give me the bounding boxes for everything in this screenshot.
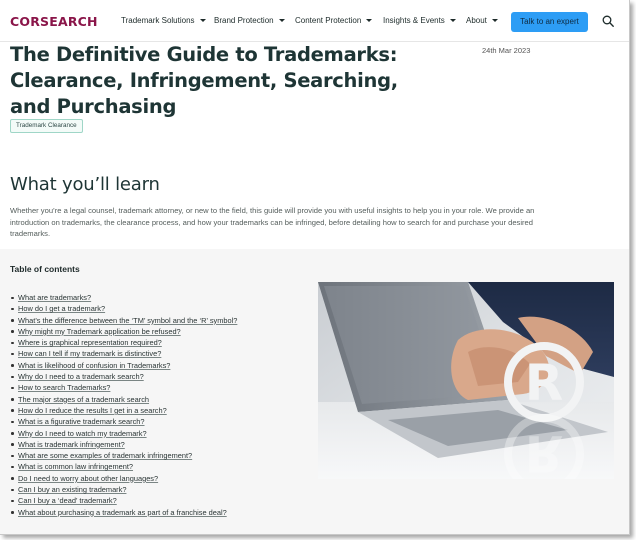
toc-heading: Table of contents	[10, 264, 80, 274]
page-title: The Definitive Guide to Trademarks: Clea…	[10, 43, 398, 118]
toc-link[interactable]: What is likelihood of confusion in Trade…	[18, 361, 170, 370]
toc-link[interactable]: Why do I need to a trademark search?	[18, 372, 144, 381]
list-item: How do I get a trademark?	[10, 303, 300, 314]
nav-content-protection[interactable]: Content Protection	[295, 16, 373, 25]
toc-link[interactable]: How do I get a trademark?	[18, 304, 105, 313]
laptop-trademark-photo: R R	[318, 282, 614, 479]
list-item: How to search Trademarks?	[10, 382, 300, 393]
list-item: What is common law infringement?	[10, 461, 300, 472]
list-item: What are trademarks?	[10, 292, 300, 303]
toc-link[interactable]: How do I reduce the results I get in a s…	[18, 406, 167, 415]
list-item: Can I buy an existing trademark?	[10, 484, 300, 495]
toc-link[interactable]: Where is graphical representation requir…	[18, 338, 162, 347]
search-icon[interactable]	[602, 15, 614, 27]
talk-to-expert-button[interactable]: Talk to an expert	[511, 12, 588, 32]
svg-text:R: R	[525, 424, 564, 479]
list-item: The major stages of a trademark search	[10, 394, 300, 405]
list-item: Where is graphical representation requir…	[10, 337, 300, 348]
list-item: What is trademark infringement?	[10, 439, 300, 450]
page-frame: CORSEARCH Trademark Solutions Brand Prot…	[0, 0, 630, 535]
list-item: What about purchasing a trademark as par…	[10, 507, 300, 518]
list-item: How do I reduce the results I get in a s…	[10, 405, 300, 416]
chevron-down-icon	[278, 19, 285, 22]
list-item: What are some examples of trademark infr…	[10, 450, 300, 461]
toc-link[interactable]: What’s the difference between the ‘TM’ s…	[18, 316, 237, 325]
list-item: What is likelihood of confusion in Trade…	[10, 360, 300, 371]
nav-brand-protection[interactable]: Brand Protection	[214, 16, 285, 25]
toc-link[interactable]: What is a figurative trademark search?	[18, 417, 145, 426]
toc-link[interactable]: What are trademarks?	[18, 293, 91, 302]
list-item: Can I buy a ‘dead’ trademark?	[10, 495, 300, 506]
toc-link[interactable]: How to search Trademarks?	[18, 383, 110, 392]
nav-item-label: Insights & Events	[383, 16, 445, 25]
list-item: Do I need to worry about other languages…	[10, 473, 300, 484]
publish-date: 24th Mar 2023	[482, 46, 531, 55]
chevron-down-icon	[366, 19, 373, 22]
toc-link[interactable]: What are some examples of trademark infr…	[18, 451, 192, 460]
list-item: What’s the difference between the ‘TM’ s…	[10, 315, 300, 326]
toc-list: What are trademarks? How do I get a trad…	[10, 292, 300, 518]
list-item: How can I tell if my trademark is distin…	[10, 348, 300, 359]
toc-link[interactable]: Do I need to worry about other languages…	[18, 474, 158, 483]
toc-link[interactable]: Can I buy an existing trademark?	[18, 485, 126, 494]
toc-link[interactable]: What is common law infringement?	[18, 462, 133, 471]
list-item: What is a figurative trademark search?	[10, 416, 300, 427]
nav-insights-events[interactable]: Insights & Events	[383, 16, 456, 25]
corsearch-logo[interactable]: CORSEARCH	[10, 14, 98, 29]
learn-heading: What you’ll learn	[10, 174, 160, 195]
toc-link[interactable]: The major stages of a trademark search	[18, 395, 149, 404]
nav-item-label: Trademark Solutions	[121, 16, 195, 25]
nav-item-label: Content Protection	[295, 16, 362, 25]
list-item: Why might my Trademark application be re…	[10, 326, 300, 337]
toc-link[interactable]: Why do I need to watch my trademark?	[18, 429, 147, 438]
toc-link[interactable]: What is trademark infringement?	[18, 440, 125, 449]
nav-trademark-solutions[interactable]: Trademark Solutions	[121, 16, 206, 25]
toc-link[interactable]: What about purchasing a trademark as par…	[18, 508, 227, 517]
intro-paragraph: Whether you’re a legal counsel, trademar…	[10, 206, 535, 238]
toc-link[interactable]: Can I buy a ‘dead’ trademark?	[18, 496, 117, 505]
nav-about[interactable]: About	[466, 16, 498, 25]
category-tag[interactable]: Trademark Clearance	[10, 119, 83, 133]
list-item: Why do I need to watch my trademark?	[10, 428, 300, 439]
toc-link[interactable]: Why might my Trademark application be re…	[18, 327, 181, 336]
chevron-down-icon	[491, 19, 498, 22]
nav-item-label: About	[466, 16, 487, 25]
svg-text:R: R	[525, 354, 564, 412]
nav-item-label: Brand Protection	[214, 16, 274, 25]
chevron-down-icon	[449, 19, 456, 22]
toc-link[interactable]: How can I tell if my trademark is distin…	[18, 349, 161, 358]
top-navigation: CORSEARCH Trademark Solutions Brand Prot…	[0, 0, 629, 42]
list-item: Why do I need to a trademark search?	[10, 371, 300, 382]
chevron-down-icon	[199, 19, 206, 22]
